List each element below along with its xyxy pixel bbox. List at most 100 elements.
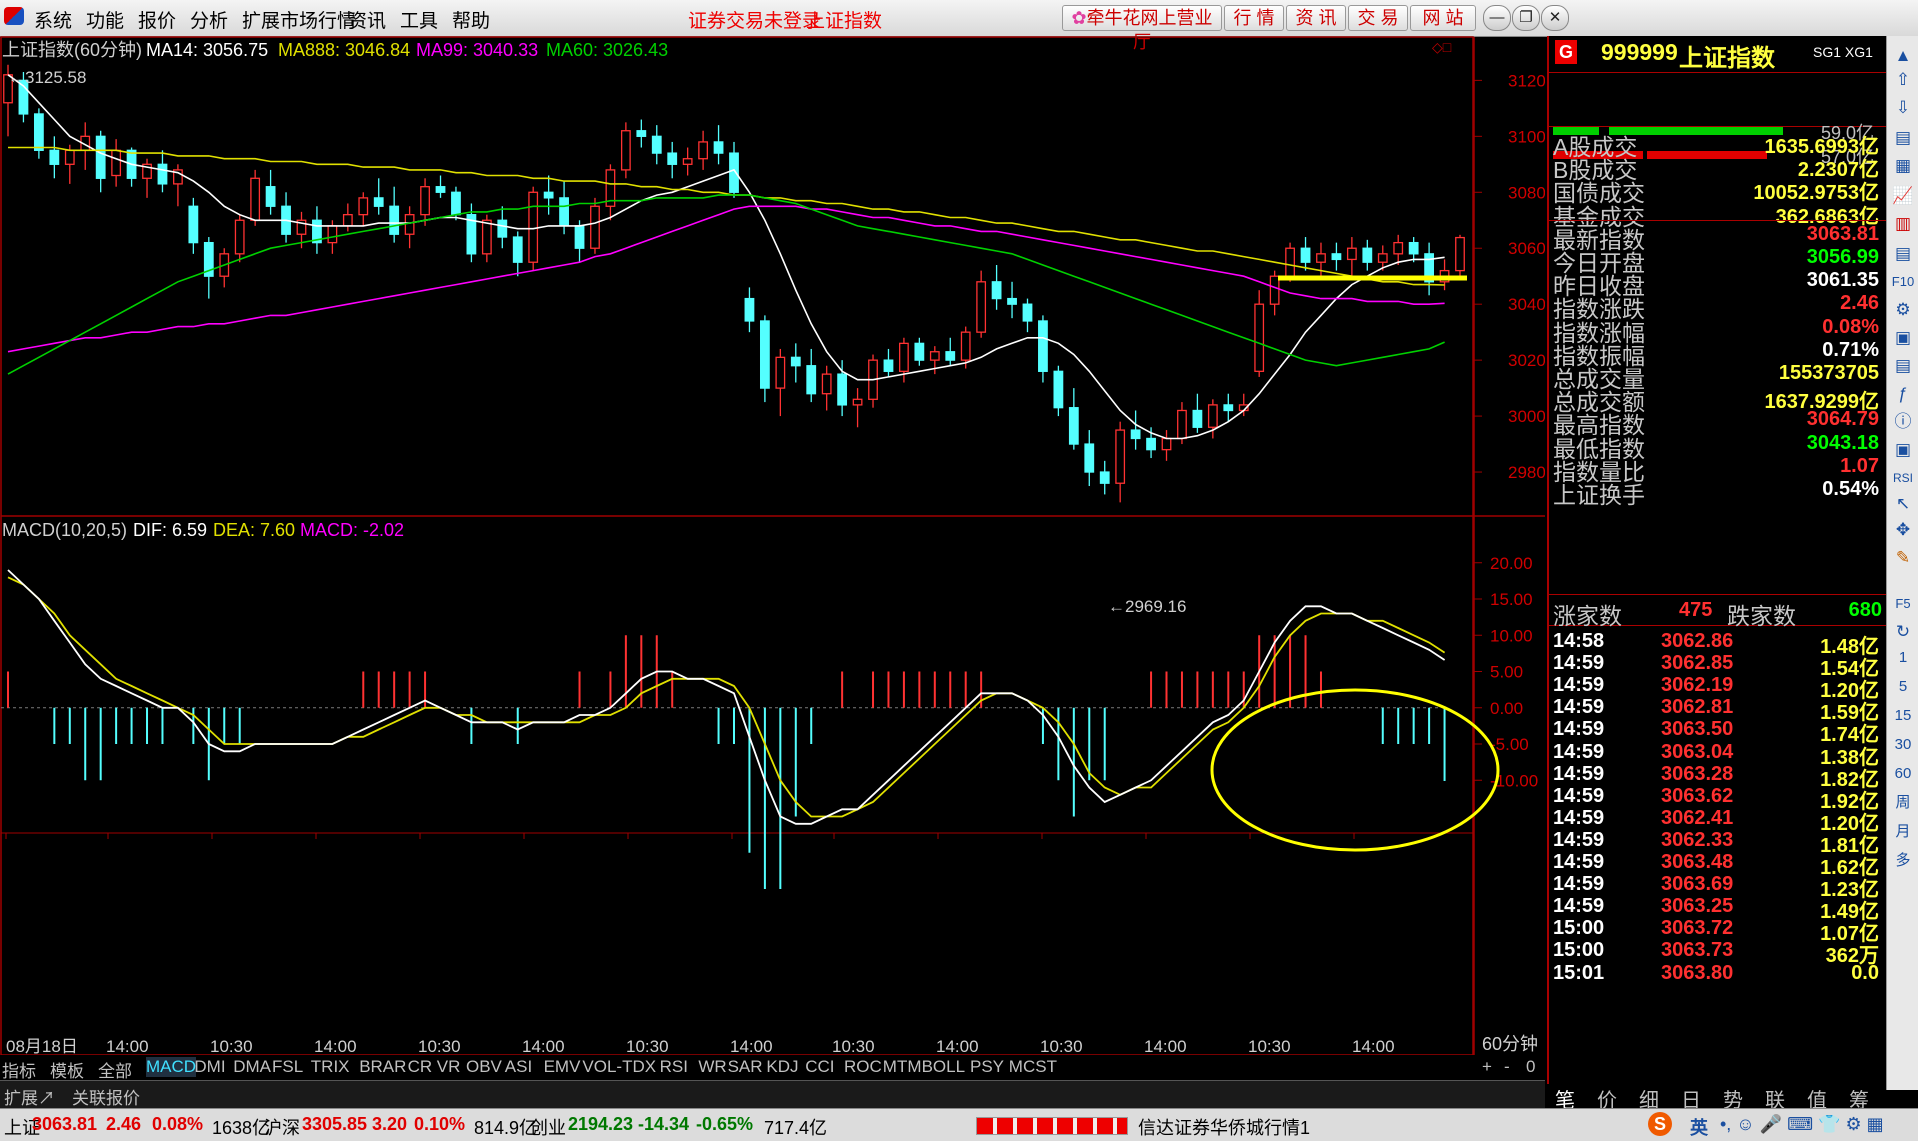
nav-news-button[interactable]: 资 讯 — [1286, 5, 1346, 31]
grid-view-icon[interactable]: ▦ — [1891, 154, 1915, 178]
period-label[interactable]: 60分钟 — [1482, 1034, 1538, 1054]
indicator-tab-vol-tdx[interactable]: VOL-TDX — [582, 1057, 656, 1077]
indicator-tab-rsi[interactable]: RSI — [660, 1057, 688, 1077]
period-button-3[interactable]: 30 — [1891, 733, 1915, 757]
chart-toggle-icon[interactable]: ◇□ — [1432, 39, 1452, 55]
indicator-tab-asi[interactable]: ASI — [505, 1057, 532, 1077]
menu-news[interactable]: 资讯 — [348, 6, 386, 33]
indicator-tab-psy[interactable]: PSY — [970, 1057, 1004, 1077]
market-breadth-icon[interactable] — [976, 1117, 1128, 1135]
tick-price: 3063.73 — [1661, 939, 1734, 962]
ime-mode[interactable]: 英 — [1690, 1114, 1708, 1140]
kline-icon[interactable]: ▥ — [1891, 212, 1915, 236]
settings-icon[interactable]: ⚙ — [1891, 298, 1915, 322]
tab-related-quotes[interactable]: 关联报价 — [72, 1084, 140, 1109]
candle-body — [899, 342, 909, 372]
zoom-in-button[interactable]: + — [1482, 1057, 1492, 1077]
indicator-tab-指标[interactable]: 指标 — [2, 1057, 36, 1082]
refresh-icon[interactable]: ↻ — [1891, 620, 1915, 644]
zoom-controls: + - 0 — [1476, 1057, 1544, 1079]
sogou-ime-icon[interactable]: S — [1648, 1112, 1672, 1136]
indicator-tab-dmi[interactable]: DMI — [194, 1057, 225, 1077]
zoom-out-button[interactable]: - — [1504, 1057, 1510, 1077]
menu-system[interactable]: 系统 — [34, 6, 72, 33]
indicator-tab-wr[interactable]: WR — [698, 1057, 726, 1077]
arrow-up-icon[interactable]: ⇧ — [1891, 68, 1915, 92]
current-index-title: 上证指数 — [806, 11, 883, 32]
move-icon[interactable]: ✥ — [1891, 518, 1915, 542]
menu-quote[interactable]: 报价 — [138, 6, 176, 33]
indicator-tab-brar[interactable]: BRAR — [359, 1057, 406, 1077]
x-axis-label: 10:30 — [418, 1037, 461, 1056]
indicator-tab-sar[interactable]: SAR — [728, 1057, 763, 1077]
f10-icon[interactable]: F10 — [1891, 270, 1915, 294]
indicator-tab-dma[interactable]: DMA — [233, 1057, 271, 1077]
scroll-up-icon[interactable]: ▲ — [1891, 44, 1915, 68]
indicator-tab-cci[interactable]: CCI — [805, 1057, 834, 1077]
rsi-icon[interactable]: RSI — [1891, 466, 1915, 490]
chart-type-icon[interactable]: ▤ — [1891, 354, 1915, 378]
pencil-icon[interactable]: ✎ — [1891, 546, 1915, 570]
report-icon[interactable]: ▤ — [1891, 242, 1915, 266]
minimize-icon[interactable]: — — [1483, 5, 1511, 31]
menu-extended-market[interactable]: 扩展市场行情 — [242, 6, 356, 33]
zoom-reset-button[interactable]: 0 — [1526, 1057, 1535, 1077]
compare-icon[interactable]: ▣ — [1891, 326, 1915, 350]
indicator-tab-boll[interactable]: BOLL — [922, 1057, 965, 1077]
info-icon[interactable]: ⓘ — [1891, 410, 1915, 434]
arrow-down-icon[interactable]: ⇩ — [1891, 96, 1915, 120]
cursor-icon[interactable]: ↖ — [1891, 492, 1915, 516]
indicator-tab-macd[interactable]: MACD — [146, 1057, 197, 1077]
indicator-tab-emv[interactable]: EMV — [544, 1057, 581, 1077]
nav-website-button[interactable]: 网 站 — [1410, 5, 1476, 31]
indicator-tab-kdj[interactable]: KDJ — [766, 1057, 798, 1077]
period-button-7[interactable]: 多 — [1891, 849, 1915, 873]
broker-button[interactable]: ✿牵牛花网上营业厅 — [1062, 5, 1222, 52]
indicator-tab-fsl[interactable]: FSL — [272, 1057, 303, 1077]
indicator-tab-cr[interactable]: CR — [408, 1057, 433, 1077]
formula-icon[interactable]: ƒ — [1891, 382, 1915, 406]
period-button-0[interactable]: 1 — [1891, 646, 1915, 670]
chart-area[interactable]: 3120 3100 3080 3060 3040 3020 3000 2980 20.00 15.… — [0, 36, 1546, 1056]
indicator-tab-mcst[interactable]: MCST — [1009, 1057, 1057, 1077]
menu-tools[interactable]: 工具 — [400, 6, 438, 33]
hs-index-label[interactable]: 沪深 — [264, 1114, 300, 1140]
nav-quotes-button[interactable]: 行 情 — [1224, 5, 1284, 31]
server-name[interactable]: 信达证券华侨城行情1 — [1138, 1114, 1310, 1140]
nav-trade-button[interactable]: 交 易 — [1348, 5, 1408, 31]
menu-help[interactable]: 帮助 — [452, 6, 490, 33]
line-chart-icon[interactable]: 📈 — [1891, 184, 1915, 208]
period-button-6[interactable]: 月 — [1891, 820, 1915, 844]
tick-time: 14:59 — [1553, 718, 1605, 741]
kline-macd-chart[interactable]: 3120 3100 3080 3060 3040 3020 3000 2980 20.00 15.… — [0, 36, 1546, 1056]
indicator-tab-mtm[interactable]: MTM — [883, 1057, 922, 1077]
candle-body — [713, 141, 724, 154]
menu-analysis[interactable]: 分析 — [190, 6, 228, 33]
period-button-4[interactable]: 60 — [1891, 762, 1915, 786]
quote-list-icon[interactable]: ▤ — [1891, 126, 1915, 150]
cy-index-label[interactable]: 创业 — [530, 1114, 566, 1140]
indicator-tab-roc[interactable]: ROC — [844, 1057, 882, 1077]
restore-icon[interactable]: ❐ — [1512, 5, 1540, 31]
stock-icon[interactable]: ▣ — [1891, 438, 1915, 462]
tick-time: 14:58 — [1553, 630, 1605, 652]
period-button-1[interactable]: 5 — [1891, 675, 1915, 699]
menu-function[interactable]: 功能 — [86, 6, 124, 33]
tick-row[interactable]: 15:01 3063.80 0.0 — [1553, 962, 1881, 989]
ime-tools-icon[interactable]: •, ☺ 🎤 ⌨ 👕 ⚙ ▦ — [1720, 1114, 1884, 1135]
close-icon[interactable]: ✕ — [1541, 5, 1569, 31]
period-button-2[interactable]: 15 — [1891, 704, 1915, 728]
indicator-tab-obv[interactable]: OBV — [466, 1057, 502, 1077]
indicator-tab-模板[interactable]: 模板 — [50, 1057, 84, 1082]
f5-icon[interactable]: F5 — [1891, 592, 1915, 616]
indicator-tab-trix[interactable]: TRIX — [311, 1057, 350, 1077]
candle-body — [806, 365, 817, 395]
hs-index-value: 3305.85 — [302, 1114, 368, 1134]
candle-body — [574, 225, 585, 249]
login-status[interactable]: 证券交易未登录 — [688, 6, 821, 33]
indicator-tab-vr[interactable]: VR — [437, 1057, 461, 1077]
tab-extend[interactable]: 扩展↗ — [4, 1084, 55, 1109]
indicator-tab-全部[interactable]: 全部 — [98, 1057, 132, 1082]
candle-body — [234, 219, 245, 255]
period-button-5[interactable]: 周 — [1891, 791, 1915, 815]
